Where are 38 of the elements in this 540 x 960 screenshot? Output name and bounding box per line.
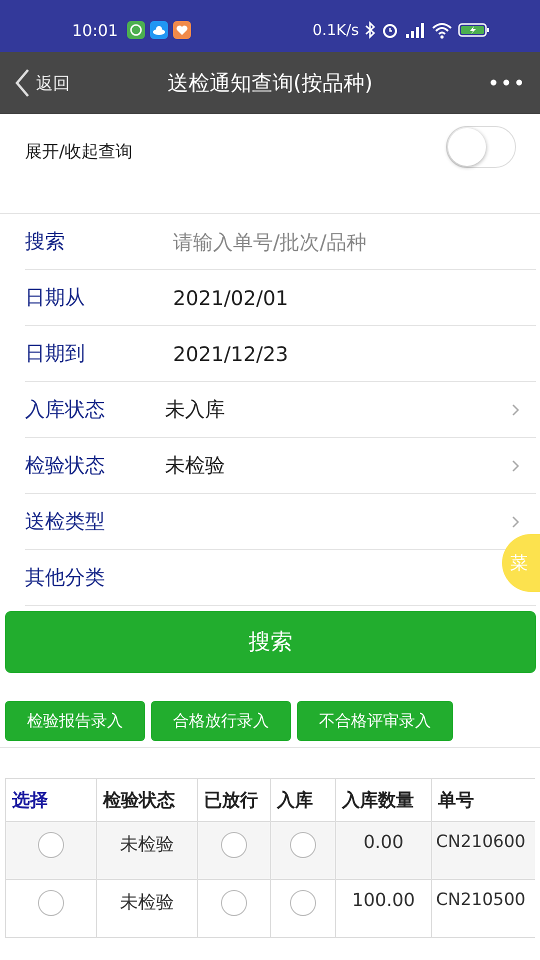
back-button[interactable]: 返回 bbox=[14, 68, 70, 98]
battery-icon bbox=[458, 21, 490, 39]
field-label: 送检类型 bbox=[25, 508, 106, 535]
wifi-icon bbox=[431, 21, 453, 39]
table-cell: 未检验 bbox=[96, 880, 198, 938]
input-field[interactable]: 2021/12/23 bbox=[165, 342, 473, 366]
app-notification-icon bbox=[127, 21, 146, 39]
field-label: 检验状态 bbox=[25, 452, 106, 479]
toggle-label: 展开/收起查询 bbox=[25, 141, 133, 163]
page-title: 送检通知查询(按品种) bbox=[167, 70, 373, 97]
select-radio[interactable] bbox=[38, 832, 64, 858]
table-cell: 100.00 bbox=[336, 880, 432, 938]
field-label: 搜索 bbox=[25, 228, 66, 255]
field-label: 其他分类 bbox=[25, 564, 106, 591]
field-label: 入库状态 bbox=[25, 396, 106, 423]
cloud-icon bbox=[150, 21, 168, 39]
input-field[interactable]: 请输入单号/批次/品种 bbox=[165, 230, 473, 254]
table-cell: CN210600 bbox=[432, 822, 535, 880]
chevron-right-icon bbox=[512, 460, 520, 472]
bluetooth-icon bbox=[364, 21, 376, 39]
select-field[interactable]: 未检验 bbox=[165, 446, 536, 486]
table-cell: 0.00 bbox=[336, 822, 432, 880]
select-radio[interactable] bbox=[38, 890, 64, 916]
alarm-icon bbox=[381, 21, 399, 39]
chevron-right-icon bbox=[512, 404, 520, 416]
back-chevron-icon bbox=[14, 68, 30, 98]
field-label: 日期从 bbox=[25, 284, 86, 311]
select-field[interactable]: 未入库 bbox=[165, 390, 536, 430]
more-button[interactable]: ••• bbox=[488, 71, 526, 95]
chevron-right-icon bbox=[512, 516, 520, 528]
column-header[interactable]: 选择 bbox=[6, 778, 96, 822]
input-field[interactable]: 2021/02/01 bbox=[165, 286, 473, 310]
signal-icon bbox=[404, 21, 426, 39]
table-cell: 未检验 bbox=[96, 822, 198, 880]
field-label: 日期到 bbox=[25, 340, 86, 367]
toggle-switch[interactable] bbox=[446, 126, 516, 168]
status-time: 10:01 bbox=[72, 20, 118, 40]
network-speed: 0.1K/s bbox=[312, 21, 359, 39]
